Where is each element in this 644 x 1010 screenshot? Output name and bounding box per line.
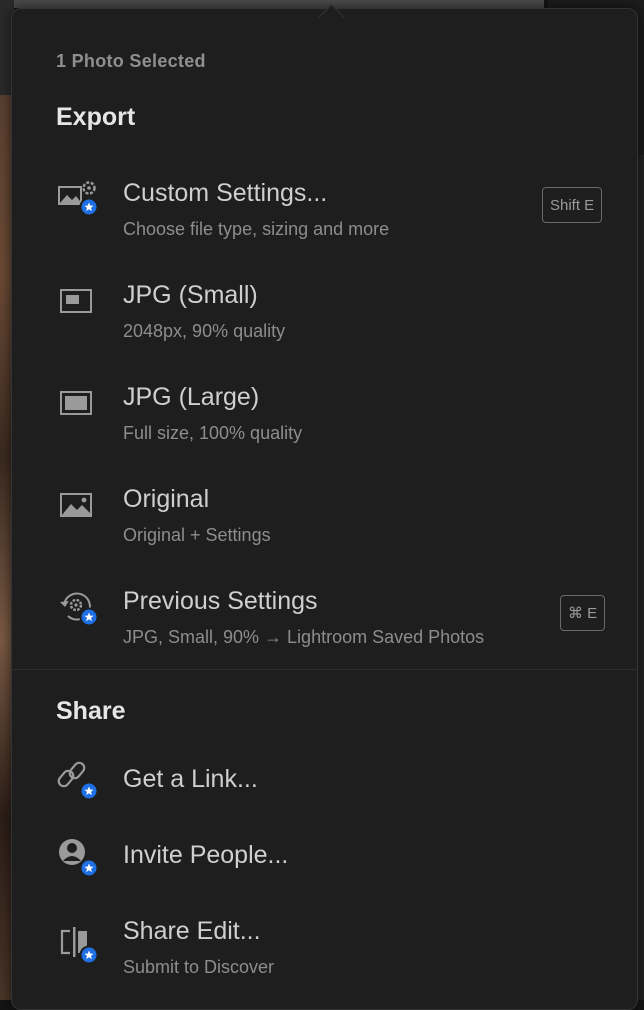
share-invite-people[interactable]: Invite People... [12, 831, 637, 881]
background-toolbar [14, 0, 544, 8]
item-label: Custom Settings... [123, 179, 328, 207]
item-description: Choose file type, sizing and more [123, 219, 390, 239]
popover-caret [318, 4, 345, 31]
share-edit-icon [56, 923, 100, 967]
item-label: Share Edit... [123, 917, 261, 945]
shortcut-badge: Shift E [542, 187, 603, 223]
item-label: JPG (Large) [123, 383, 260, 411]
jpg-small-icon [56, 281, 100, 325]
selection-count: 1 Photo Selected [56, 51, 206, 71]
export-jpg-large[interactable]: JPG (Large) Full size, 100% quality [12, 371, 637, 443]
share-get-link[interactable]: Get a Link... [12, 755, 637, 805]
item-description: Original + Settings [123, 525, 271, 545]
share-edit[interactable]: Share Edit... Submit to Discover [12, 909, 637, 989]
export-previous-settings[interactable]: Previous Settings JPG, Small, 90% → Ligh… [12, 575, 637, 647]
export-original[interactable]: Original Original + Settings [12, 473, 637, 545]
item-description: Full size, 100% quality [123, 423, 303, 443]
export-jpg-small[interactable]: JPG (Small) 2048px, 90% quality [12, 269, 637, 341]
item-label: Original [123, 485, 210, 513]
jpg-large-icon [56, 383, 100, 427]
item-label: Get a Link... [123, 765, 258, 793]
image-icon [56, 485, 100, 529]
previous-settings-icon [56, 587, 100, 631]
item-description: JPG, Small, 90% → Lightroom Saved Photos [123, 627, 485, 647]
section-divider [12, 669, 637, 670]
item-label: JPG (Small) [123, 281, 258, 309]
share-section-title: Share [56, 697, 126, 725]
link-icon [56, 759, 100, 803]
export-custom-settings[interactable]: Custom Settings... Choose file type, siz… [12, 167, 637, 239]
custom-settings-icon [56, 179, 100, 223]
item-description: Submit to Discover [123, 957, 275, 977]
invite-people-icon [56, 835, 100, 879]
export-share-popover: 1 Photo Selected Export Custom Settings.… [11, 4, 638, 1010]
item-description: 2048px, 90% quality [123, 321, 286, 341]
export-section-title: Export [56, 103, 136, 131]
item-label: Invite People... [123, 841, 289, 869]
item-label: Previous Settings [123, 587, 318, 615]
shortcut-badge: ⌘ E [560, 595, 606, 631]
